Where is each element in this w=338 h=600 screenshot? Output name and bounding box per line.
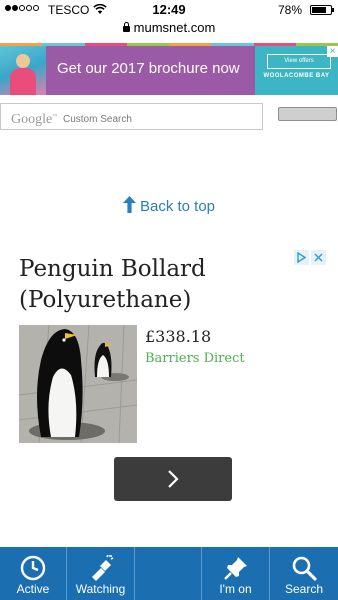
status-bar: TESCO 12:49 78% [0, 0, 338, 20]
lock-icon [122, 22, 130, 32]
nav-label-search: Search [284, 582, 324, 596]
banner-headline: Get our 2017 brochure now [57, 60, 240, 77]
bottom-nav: Active Watching I'm on Search [0, 547, 338, 600]
custom-search-box[interactable]: Google™ Custom Search [0, 103, 263, 130]
banner-ad[interactable]: Get our 2017 brochure now View offers WO… [0, 43, 338, 95]
nav-item-blank[interactable] [135, 547, 202, 600]
banner-brand-panel: View offers WOOLACOMBE BAY [255, 46, 338, 95]
nav-item-watching[interactable]: Watching [67, 547, 135, 600]
brand-logo-text: WOOLACOMBE BAY [263, 73, 330, 79]
address-bar[interactable]: mumsnet.com [0, 20, 338, 38]
product-price: £338.18 [145, 327, 212, 346]
search-icon [291, 555, 317, 581]
nav-item-search[interactable]: Search [270, 547, 338, 600]
arrow-up-icon [122, 196, 136, 213]
nav-item-active[interactable]: Active [0, 547, 67, 600]
product-title[interactable]: Penguin Bollard (Polyurethane) [19, 254, 289, 316]
flashlight-icon [88, 555, 114, 581]
search-submit-button[interactable] [278, 107, 337, 121]
back-to-top-label: Back to top [139, 198, 216, 215]
view-offers-button[interactable]: View offers [267, 54, 331, 69]
chevron-right-icon [168, 470, 179, 488]
clock-icon [20, 555, 46, 581]
ad-close-icon[interactable]: × [327, 46, 338, 57]
product-seller[interactable]: Barriers Direct [145, 351, 245, 366]
search-input[interactable] [5, 105, 260, 128]
adchoices-controls[interactable] [294, 250, 328, 265]
battery-percentage: 78% [277, 3, 302, 17]
next-button[interactable] [114, 457, 232, 501]
banner-photo [0, 46, 46, 95]
url-domain: mumsnet.com [133, 20, 216, 35]
nav-label-watching: Watching [75, 582, 126, 596]
nav-label-active: Active [16, 582, 50, 596]
nav-item-im-on[interactable]: I'm on [202, 547, 270, 600]
close-icon[interactable] [311, 250, 326, 265]
back-to-top-link[interactable]: Back to top [0, 196, 338, 215]
pin-icon [223, 555, 249, 581]
nav-label-im-on: I'm on [219, 582, 252, 596]
adchoices-icon[interactable] [294, 250, 309, 265]
product-image[interactable] [19, 325, 137, 443]
battery-icon [310, 5, 334, 15]
